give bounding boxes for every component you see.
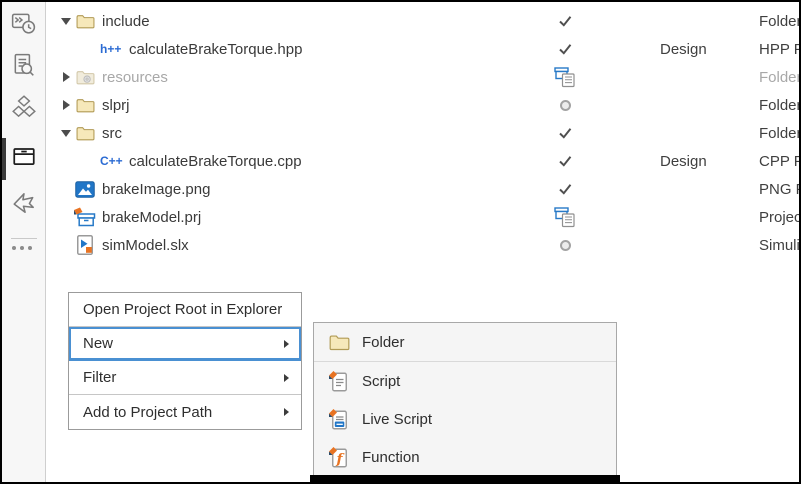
file-type: Folder (759, 125, 801, 142)
tree-row-resources[interactable]: resources Folder (47, 63, 799, 91)
submenu-item-script[interactable]: Script (314, 362, 616, 400)
file-name: calculateBrakeTorque.hpp (129, 41, 302, 58)
review-stack-icon (550, 66, 580, 88)
submenu-arrow-icon (284, 408, 289, 416)
collapse-arrow-icon[interactable] (58, 18, 74, 25)
file-name: include (102, 13, 150, 30)
tree-row-cpp[interactable]: C++ calculateBrakeTorque.cpp Design CPP … (47, 147, 799, 175)
bottom-edge-bar (310, 475, 620, 482)
checkmark-icon (550, 41, 580, 57)
file-type: Simuli (759, 237, 801, 254)
folder-icon (328, 331, 350, 353)
submenu-item-label: Function (362, 449, 420, 466)
context-menu: Open Project Root in Explorer New Filter… (68, 292, 302, 430)
file-type: Folder (759, 97, 801, 114)
file-name: simModel.slx (102, 237, 189, 254)
folder-icon (74, 10, 96, 32)
file-type: Folder (759, 13, 801, 30)
submenu-arrow-icon (284, 340, 289, 348)
live-script-icon (328, 408, 350, 430)
label-column: Design (660, 41, 724, 58)
history-icon[interactable] (11, 10, 37, 36)
submenu-item-folder[interactable]: Folder (314, 323, 616, 361)
submenu-item-label: Folder (362, 334, 405, 351)
file-name: src (102, 125, 122, 142)
checkmark-icon (550, 153, 580, 169)
project-files-icon[interactable] (11, 143, 37, 169)
tree-row-png[interactable]: brakeImage.png PNG F (47, 175, 799, 203)
submenu-item-live-script[interactable]: Live Script (314, 400, 616, 438)
tree-row-include[interactable]: include Folder (47, 7, 799, 35)
menu-item-label: Open Project Root in Explorer (83, 301, 282, 318)
function-icon: f (328, 446, 350, 468)
image-file-icon (74, 178, 96, 200)
file-name: brakeImage.png (102, 181, 210, 198)
review-stack-icon (550, 206, 580, 228)
file-type: HPP F (759, 41, 801, 58)
simulink-model-icon (74, 234, 96, 256)
project-file-icon (74, 206, 96, 228)
script-icon (328, 370, 350, 392)
find-files-icon[interactable] (11, 53, 37, 79)
menu-item-label: New (83, 335, 113, 352)
submenu-arrow-icon (284, 374, 289, 382)
file-name: resources (102, 69, 168, 86)
menu-item-add-to-project-path[interactable]: Add to Project Path (69, 395, 301, 429)
folder-icon (74, 94, 96, 116)
file-name: slprj (102, 97, 130, 114)
cpp-file-icon: C++ (100, 154, 126, 168)
folder-icon (74, 122, 96, 144)
submenu-item-function[interactable]: f Function (314, 438, 616, 476)
file-name: brakeModel.prj (102, 209, 201, 226)
submenu-item-label: Script (362, 373, 400, 390)
file-name: calculateBrakeTorque.cpp (129, 153, 302, 170)
empty-circle-icon (550, 240, 580, 251)
tree-row-prj[interactable]: brakeModel.prj Projec (47, 203, 799, 231)
project-panel-window: include Folder h++ calculateBrakeTorque.… (0, 0, 801, 484)
expand-arrow-icon[interactable] (58, 72, 74, 82)
tree-row-src[interactable]: src Folder (47, 119, 799, 147)
simulink-icon[interactable] (11, 190, 37, 216)
menu-item-label: Add to Project Path (83, 404, 212, 421)
menu-item-filter[interactable]: Filter (69, 361, 301, 395)
tree-row-slprj[interactable]: slprj Folder (47, 91, 799, 119)
expand-arrow-icon[interactable] (58, 100, 74, 110)
label-column: Design (660, 153, 724, 170)
checkmark-icon (550, 181, 580, 197)
folder-gear-icon (74, 66, 96, 88)
file-type: Projec (759, 209, 801, 226)
new-submenu: Folder Script (313, 322, 617, 484)
file-type: Folder (759, 69, 801, 86)
selected-panel-indicator (2, 138, 6, 180)
project-file-tree: include Folder h++ calculateBrakeTorque.… (47, 7, 799, 259)
menu-item-label: Filter (83, 369, 116, 386)
collapse-arrow-icon[interactable] (58, 130, 74, 137)
checkmark-icon (550, 125, 580, 141)
file-type: CPP Fi (759, 153, 801, 170)
submenu-item-label: Live Script (362, 411, 432, 428)
menu-item-open-project-root[interactable]: Open Project Root in Explorer (69, 293, 301, 327)
tree-row-hpp[interactable]: h++ calculateBrakeTorque.hpp Design HPP … (47, 35, 799, 63)
side-toolbar (2, 2, 46, 482)
file-type: PNG F (759, 181, 801, 198)
toolbar-divider (11, 238, 37, 239)
menu-item-new[interactable]: New (69, 327, 301, 361)
more-options-icon[interactable] (12, 246, 32, 250)
dependencies-icon[interactable] (11, 94, 37, 120)
hpp-file-icon: h++ (100, 42, 126, 56)
empty-circle-icon (550, 100, 580, 111)
tree-row-slx[interactable]: simModel.slx Simuli (47, 231, 799, 259)
checkmark-icon (550, 13, 580, 29)
